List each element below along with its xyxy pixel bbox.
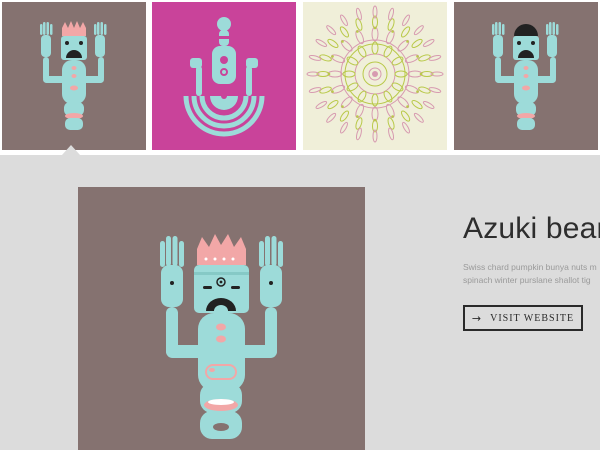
- project-title: Azuki bean: [463, 212, 600, 245]
- project-description: Swiss chard pumpkin bunya nuts m spinach…: [463, 261, 600, 287]
- mandala-ornament: [341, 40, 344, 43]
- mandala-ornament: [372, 71, 378, 77]
- mandala-ornament: [419, 72, 423, 76]
- selection-pointer: [62, 145, 80, 155]
- mandala-ornament: [391, 30, 394, 33]
- detail-panel: Azuki bean Swiss chard pumpkin bunya nut…: [0, 155, 600, 450]
- arrow-right-icon: →: [471, 311, 483, 325]
- thumbnail-totem-king[interactable]: [2, 2, 146, 150]
- description-line: spinach winter purslane shallot tig: [463, 275, 591, 285]
- mandala-ornament: [373, 118, 377, 122]
- mandala-ornament: [356, 30, 359, 33]
- totem-king-large-artwork: [78, 187, 365, 450]
- mandala-ornament: [416, 55, 419, 58]
- mandala-ornament: [341, 105, 344, 108]
- mandala-ornament: [373, 26, 377, 30]
- visit-website-label: VISIT WEBSITE: [490, 312, 575, 324]
- mandala-ornament: [406, 105, 409, 108]
- thumbnail-pink-totem[interactable]: [152, 2, 296, 150]
- totem-king-alt-artwork: [454, 2, 598, 150]
- mandala-ornament: [391, 115, 394, 118]
- mandala-ornament: [416, 90, 419, 93]
- mandala-ornament: [327, 72, 331, 76]
- mandala-ornament: [356, 115, 359, 118]
- pink-totem-artwork: [152, 2, 296, 150]
- totem-king-artwork: [2, 2, 146, 150]
- mandala-ornament: [331, 90, 334, 93]
- visit-website-button[interactable]: → VISIT WEBSITE: [463, 305, 583, 331]
- thumbnail-mandala[interactable]: [303, 2, 447, 150]
- mandala-artwork: [303, 2, 447, 150]
- thumbnail-strip: [0, 0, 600, 153]
- description-line: Swiss chard pumpkin bunya nuts m: [463, 262, 597, 272]
- mandala-ornament: [406, 40, 409, 43]
- mandala-ornament: [331, 55, 334, 58]
- featured-artwork: [78, 187, 365, 450]
- thumbnail-totem-king-alt[interactable]: [454, 2, 598, 150]
